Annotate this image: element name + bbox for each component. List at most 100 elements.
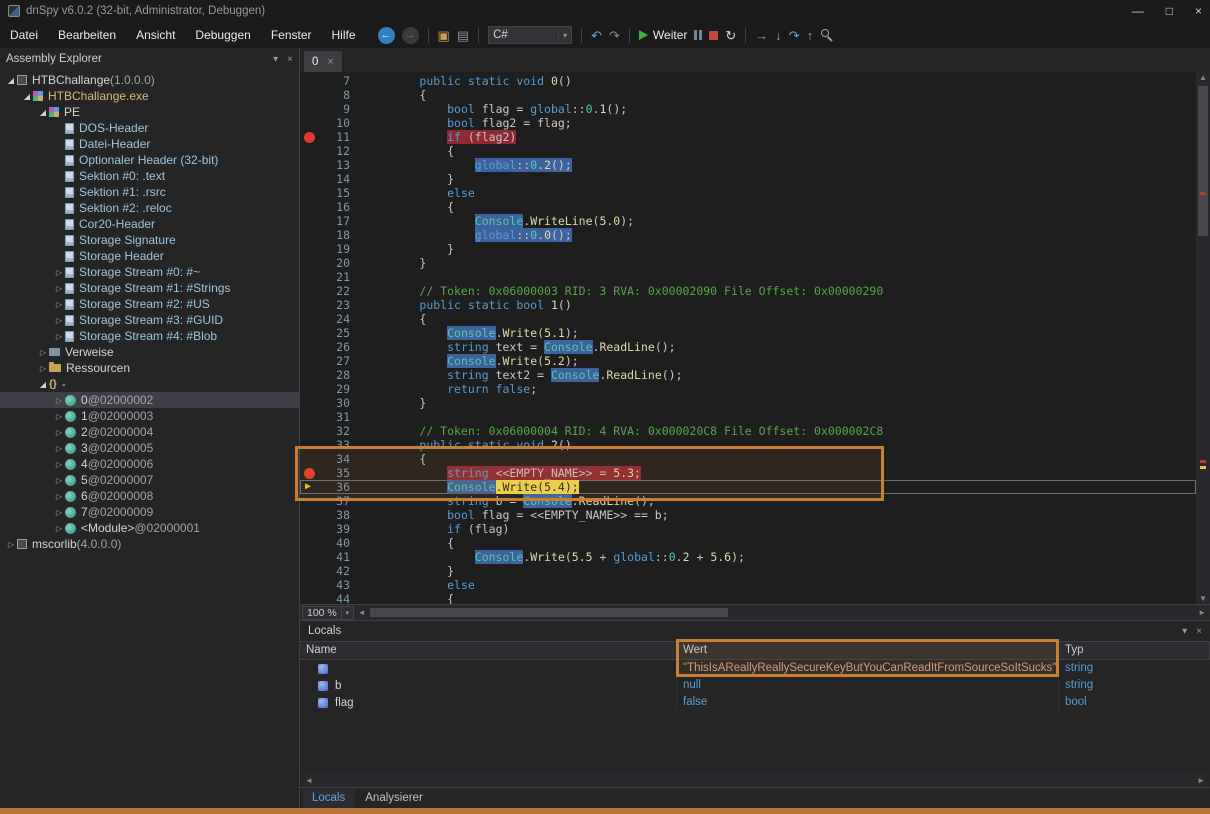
scroll-left-icon[interactable]: ◄ — [358, 608, 366, 617]
bottom-tab-analysierer[interactable]: Analysierer — [356, 789, 432, 808]
breakpoint-margin[interactable] — [300, 172, 320, 186]
bottom-tab-locals[interactable]: Locals — [303, 789, 354, 808]
horizontal-scrollbar[interactable]: ◄ ► — [356, 606, 1208, 619]
document-tab-0[interactable]: 0 × — [304, 51, 342, 72]
menu-bearbeiten[interactable]: Bearbeiten — [48, 22, 126, 48]
tree-item-sektion-2-reloc[interactable]: Sektion #2: .reloc — [0, 200, 299, 216]
undo-button[interactable]: ↶ — [591, 29, 602, 42]
scroll-left-icon[interactable]: ◄ — [305, 776, 313, 785]
continue-button[interactable]: Weiter — [639, 28, 687, 42]
expander-closed-icon[interactable]: ▷ — [53, 396, 65, 405]
current-statement-arrow-icon[interactable]: ▶ — [300, 480, 320, 494]
breakpoint-margin[interactable] — [300, 340, 320, 354]
tree-item-1[interactable]: ▷1 @02000003 — [0, 408, 299, 424]
breakpoint-margin[interactable] — [300, 326, 320, 340]
expander-closed-icon[interactable]: ▷ — [37, 348, 49, 357]
navigate-forward-button[interactable]: → — [402, 27, 419, 44]
tree-item-htbchallange[interactable]: ◢HTBChallange (1.0.0.0) — [0, 72, 299, 88]
breakpoint-margin[interactable] — [300, 564, 320, 578]
breakpoint-margin[interactable] — [300, 410, 320, 424]
breakpoint-margin[interactable] — [300, 354, 320, 368]
expander-closed-icon[interactable]: ▷ — [53, 316, 65, 325]
breakpoint-margin[interactable] — [300, 452, 320, 466]
tree-item-cor20-header[interactable]: Cor20-Header — [0, 216, 299, 232]
locals-row-empty-name[interactable]: "ThisIsAReallyReallySecureKeyButYouCanRe… — [300, 660, 1210, 677]
code-editor[interactable]: 7 public static void 0()8 {9 bool flag =… — [300, 72, 1210, 604]
expander-open-icon[interactable]: ◢ — [21, 92, 33, 101]
breakpoint-margin[interactable] — [300, 214, 320, 228]
local-value[interactable]: null — [677, 677, 1059, 694]
tree-item-7[interactable]: ▷7 @02000009 — [0, 504, 299, 520]
tree-item-5[interactable]: ▷5 @02000007 — [0, 472, 299, 488]
breakpoint-margin[interactable] — [300, 158, 320, 172]
expander-closed-icon[interactable]: ▷ — [53, 332, 65, 341]
tree-item-storage-header[interactable]: Storage Header — [0, 248, 299, 264]
minimize-button[interactable]: — — [1132, 4, 1144, 18]
chevron-down-icon[interactable]: ▾ — [342, 606, 354, 620]
breakpoint-margin[interactable] — [300, 550, 320, 564]
zoom-level-select[interactable]: 100 % — [302, 606, 342, 620]
close-button[interactable]: × — [1195, 4, 1202, 18]
expander-closed-icon[interactable]: ▷ — [53, 524, 65, 533]
chevron-down-icon[interactable]: ▾ — [1182, 626, 1187, 637]
tree-item-item[interactable]: ◢{}- — [0, 376, 299, 392]
redo-button[interactable]: ↷ — [609, 29, 620, 42]
tree-item-dos-header[interactable]: DOS-Header — [0, 120, 299, 136]
locals-row-flag[interactable]: flagfalsebool — [300, 694, 1210, 711]
scroll-down-icon[interactable]: ▼ — [1199, 594, 1207, 603]
expander-open-icon[interactable]: ◢ — [5, 76, 17, 85]
expander-open-icon[interactable]: ◢ — [37, 380, 49, 389]
tree-item-storage-signature[interactable]: Storage Signature — [0, 232, 299, 248]
step-out-button[interactable]: ↑ — [807, 29, 814, 42]
tree-item-6[interactable]: ▷6 @02000008 — [0, 488, 299, 504]
breakpoint-margin[interactable] — [300, 312, 320, 326]
locals-column-wert[interactable]: Wert — [677, 642, 1059, 659]
tree-item-storage-stream-0[interactable]: ▷Storage Stream #0: #~ — [0, 264, 299, 280]
tree-item-4[interactable]: ▷4 @02000006 — [0, 456, 299, 472]
open-in-new-tab-button[interactable]: ▣ — [438, 29, 450, 42]
open-in-new-window-button[interactable]: ▤ — [457, 29, 469, 42]
scroll-right-icon[interactable]: ► — [1198, 608, 1206, 617]
navigate-back-button[interactable]: ← — [378, 27, 395, 44]
breakpoint-margin[interactable] — [300, 536, 320, 550]
locals-column-typ[interactable]: Typ — [1059, 642, 1210, 659]
scroll-right-icon[interactable]: ► — [1197, 776, 1205, 785]
show-next-statement-button[interactable]: → — [755, 29, 768, 42]
breakpoint-margin[interactable] — [300, 284, 320, 298]
tree-item-mscorlib[interactable]: ▷mscorlib (4.0.0.0) — [0, 536, 299, 552]
breakpoint-margin[interactable] — [300, 102, 320, 116]
breakpoint-margin[interactable] — [300, 256, 320, 270]
expander-closed-icon[interactable]: ▷ — [37, 364, 49, 373]
expander-closed-icon[interactable]: ▷ — [5, 540, 17, 549]
tree-item-3[interactable]: ▷3 @02000005 — [0, 440, 299, 456]
expander-open-icon[interactable]: ◢ — [37, 108, 49, 117]
menu-ansicht[interactable]: Ansicht — [126, 22, 185, 48]
breakpoint-margin[interactable] — [300, 242, 320, 256]
tree-item-verweise[interactable]: ▷Verweise — [0, 344, 299, 360]
expander-closed-icon[interactable]: ▷ — [53, 444, 65, 453]
breakpoint-margin[interactable] — [300, 200, 320, 214]
expander-closed-icon[interactable]: ▷ — [53, 428, 65, 437]
chevron-down-icon[interactable]: ▾ — [273, 54, 278, 65]
breakpoint-icon[interactable] — [300, 130, 320, 144]
tree-item-storage-stream-1-strings[interactable]: ▷Storage Stream #1: #Strings — [0, 280, 299, 296]
tree-item-0[interactable]: ▷0 @02000002 — [0, 392, 299, 408]
tree-item-sektion-1-rsrc[interactable]: Sektion #1: .rsrc — [0, 184, 299, 200]
expander-closed-icon[interactable]: ▷ — [53, 284, 65, 293]
local-value[interactable]: "ThisIsAReallyReallySecureKeyButYouCanRe… — [677, 660, 1059, 677]
tree-item-module[interactable]: ▷<Module> @02000001 — [0, 520, 299, 536]
locals-row-b[interactable]: bnullstring — [300, 677, 1210, 694]
breakpoint-margin[interactable] — [300, 522, 320, 536]
close-icon[interactable]: × — [287, 54, 293, 65]
breakpoint-margin[interactable] — [300, 298, 320, 312]
breakpoint-icon[interactable] — [300, 466, 320, 480]
stop-button[interactable] — [709, 31, 718, 40]
breakpoint-margin[interactable] — [300, 592, 320, 604]
scrollbar-thumb[interactable] — [370, 608, 728, 617]
scroll-up-icon[interactable]: ▲ — [1199, 73, 1207, 82]
breakpoint-margin[interactable] — [300, 74, 320, 88]
locals-column-name[interactable]: Name — [300, 642, 677, 659]
horizontal-scrollbar[interactable]: ◄ ► — [303, 774, 1207, 787]
expander-closed-icon[interactable]: ▷ — [53, 412, 65, 421]
breakpoint-margin[interactable] — [300, 88, 320, 102]
